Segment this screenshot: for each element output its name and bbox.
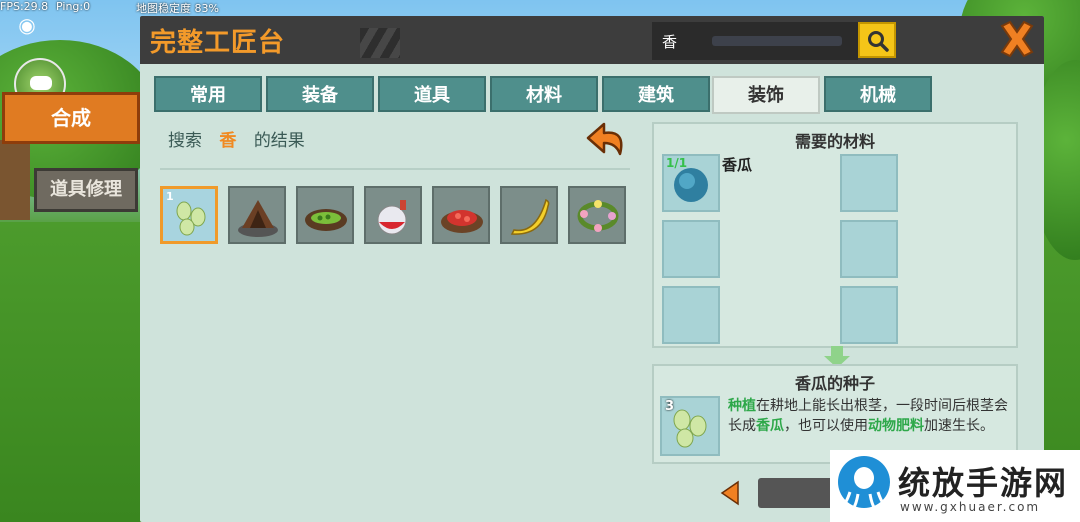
tab-building[interactable]: 建筑 [602, 76, 710, 112]
side-tab-repair[interactable]: 道具修理 [34, 168, 138, 212]
desc-text: 加速生长。 [924, 418, 994, 434]
map-stability-readout: 地图稳定度 83% [136, 2, 219, 15]
search-box [652, 22, 858, 60]
crafting-panel: 完整工匠台 常用 装备 道具 材料 建筑 装饰 机械 搜索 香 [140, 16, 1044, 522]
desc-highlight: 动物肥料 [868, 418, 924, 434]
decorative-stripes [360, 28, 400, 58]
result-item-banana[interactable] [500, 186, 558, 244]
tab-decoration[interactable]: 装饰 [712, 76, 820, 114]
eye-icon[interactable]: ◉ [12, 14, 42, 36]
fps-readout: FPS:29.8 [0, 0, 49, 13]
material-slot[interactable] [840, 154, 898, 212]
result-item-meat-plate[interactable] [432, 186, 490, 244]
side-tab-craft[interactable]: 合成 [2, 92, 140, 144]
result-keyword: 香 [219, 131, 237, 151]
result-prefix: 搜索 [168, 131, 202, 151]
desc-highlight: 香瓜 [756, 418, 784, 434]
search-input[interactable] [662, 28, 852, 54]
material-slot[interactable] [840, 286, 898, 344]
material-count: 1/1 [666, 156, 688, 170]
product-count: 3 [665, 399, 675, 414]
watermark-url: www.gxhuaer.com [900, 500, 1041, 514]
product-panel: 香瓜的种子 3 种植在耕地上能长出根茎，一段时间后根茎会长成香瓜，也可以使用动物… [652, 364, 1018, 464]
result-item-veggie-plate[interactable] [296, 186, 354, 244]
required-materials-panel: 需要的材料 1/1 香瓜 [652, 122, 1018, 348]
potion-icon [377, 200, 407, 235]
page-title: 完整工匠台 [150, 28, 286, 58]
tab-machinery[interactable]: 机械 [824, 76, 932, 112]
result-suffix: 的结果 [253, 131, 305, 151]
result-item-melon-seeds[interactable]: 1 [160, 186, 218, 244]
tab-props[interactable]: 道具 [378, 76, 486, 112]
search-results-area: 搜索 香 的结果 1 [154, 112, 636, 522]
veggie-plate-icon [305, 209, 347, 231]
material-slot[interactable] [662, 220, 720, 278]
octopus-logo-icon [838, 456, 890, 512]
tab-materials[interactable]: 材料 [490, 76, 598, 112]
melon-seeds-icon [176, 201, 206, 236]
product-title: 香瓜的种子 [794, 374, 875, 393]
back-arrow-icon [586, 122, 623, 156]
prev-page-button[interactable] [720, 480, 740, 506]
back-button[interactable] [586, 122, 630, 158]
product-slot[interactable]: 3 [660, 396, 720, 456]
watermark: 统放手游网 www.gxhuaer.com [830, 450, 1080, 522]
title-bar: 完整工匠台 [140, 16, 1044, 64]
desc-text: ，也可以使用 [784, 418, 868, 434]
material-name: 香瓜 [722, 156, 753, 174]
material-slot[interactable] [840, 220, 898, 278]
banana-icon [510, 198, 550, 235]
material-slot[interactable] [662, 286, 720, 344]
divider [160, 168, 630, 170]
material-slot[interactable]: 1/1 [662, 154, 720, 212]
tab-common[interactable]: 常用 [154, 76, 262, 112]
flower-wreath-icon [577, 200, 619, 232]
product-description: 种植在耕地上能长出根茎，一段时间后根茎会长成香瓜，也可以使用动物肥料加速生长。 [728, 396, 1016, 436]
materials-title: 需要的材料 [794, 132, 875, 151]
desc-highlight: 种植 [728, 398, 756, 414]
result-item-potion[interactable] [364, 186, 422, 244]
meat-plate-icon [441, 210, 483, 233]
result-item-campfire[interactable] [228, 186, 286, 244]
tab-equipment[interactable]: 装备 [266, 76, 374, 112]
search-result-heading: 搜索 香 的结果 [168, 126, 305, 151]
result-item-flower-wreath[interactable] [568, 186, 626, 244]
search-icon [868, 31, 889, 52]
tree-trunk [0, 140, 30, 220]
watermark-text: 统放手游网 [898, 464, 1069, 502]
close-button[interactable] [996, 18, 1038, 60]
campfire-icon [238, 200, 278, 237]
close-icon [1000, 20, 1034, 58]
ping-readout: Ping:0 [56, 0, 91, 13]
search-button[interactable] [858, 22, 896, 58]
